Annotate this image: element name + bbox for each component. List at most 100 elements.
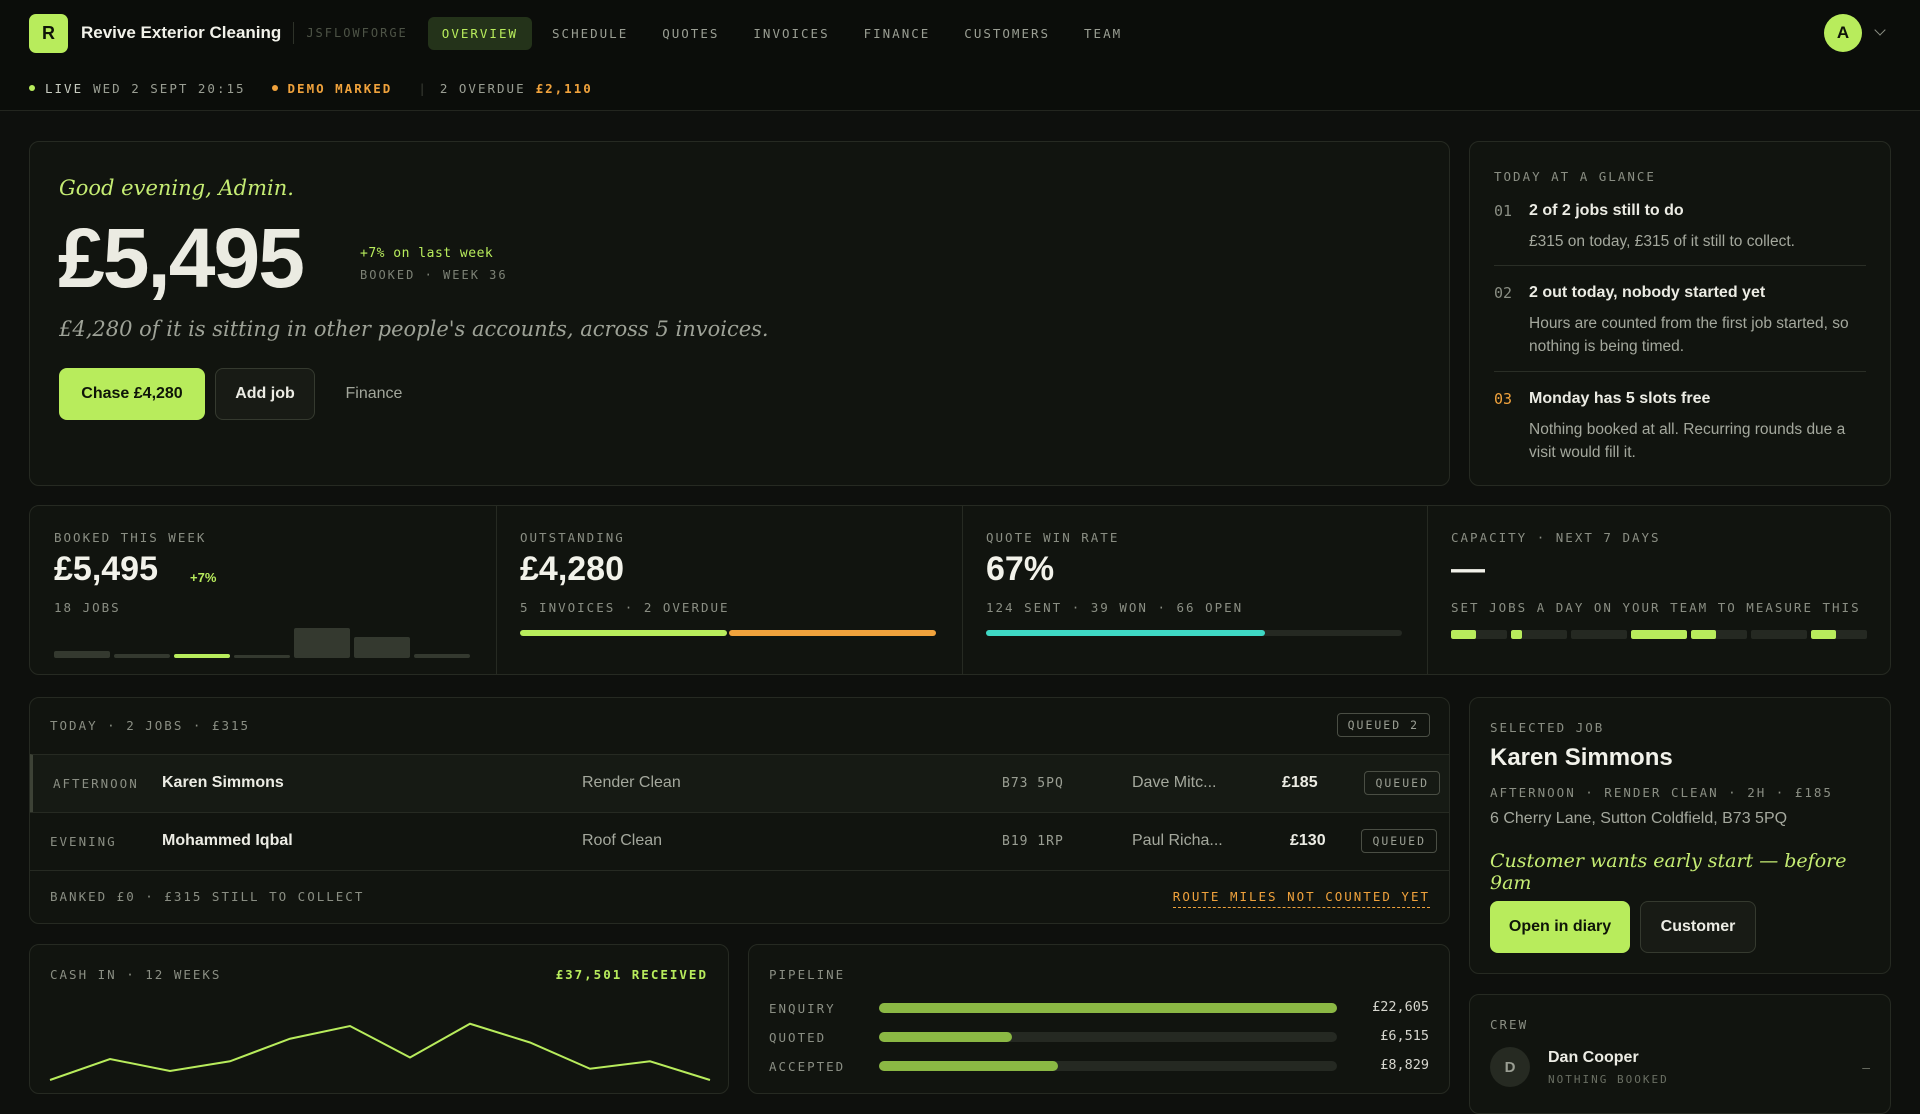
week-delta: +7% on last week bbox=[360, 246, 494, 261]
capacity-day-fill bbox=[1631, 630, 1687, 639]
glance-num: 03 bbox=[1494, 390, 1513, 408]
job-customer: Mohammed Iqbal bbox=[162, 832, 293, 849]
weekly-bar bbox=[414, 653, 470, 658]
pipeline-stage: ACCEPTED bbox=[769, 1059, 846, 1074]
glance-item[interactable]: 02 2 out today, nobody started yet Hours… bbox=[1494, 284, 1866, 355]
job-postcode: B73 5PQ bbox=[1002, 776, 1064, 791]
kpi-booked[interactable]: BOOKED THIS WEEK £5,495 +7% 18 JOBS bbox=[30, 506, 496, 674]
demo-label: DEMO MARKED bbox=[287, 80, 393, 96]
kpi-delta: +7% bbox=[190, 570, 217, 585]
selected-job-meta: AFTERNOON · RENDER CLEAN · 2H · £185 bbox=[1490, 785, 1833, 800]
live-label: LIVE bbox=[45, 80, 84, 96]
capacity-day bbox=[1631, 630, 1687, 639]
table-row[interactable]: AFTERNOON Karen Simmons Render Clean B73… bbox=[30, 754, 1449, 812]
glance-item-title: 2 out today, nobody started yet bbox=[1529, 284, 1766, 301]
tab-invoices[interactable]: INVOICES bbox=[739, 17, 843, 50]
kpi-label: OUTSTANDING bbox=[520, 530, 625, 545]
kpi-value: £5,495 bbox=[54, 550, 158, 588]
chase-button[interactable]: Chase £4,280 bbox=[59, 368, 205, 420]
kpi-capacity[interactable]: CAPACITY · NEXT 7 DAYS — SET JOBS A DAY … bbox=[1427, 506, 1890, 674]
selected-job-label: SELECTED JOB bbox=[1490, 720, 1605, 735]
kpi-outstanding[interactable]: OUTSTANDING £4,280 5 INVOICES · 2 OVERDU… bbox=[496, 506, 962, 674]
week-label: BOOKED · WEEK 36 bbox=[360, 268, 508, 282]
pipeline-value: £22,605 bbox=[1372, 999, 1429, 1015]
glance-item-desc: Hours are counted from the first job sta… bbox=[1529, 315, 1849, 355]
glance-card: TODAY AT A GLANCE 01 2 of 2 jobs still t… bbox=[1469, 141, 1891, 486]
tab-schedule[interactable]: SCHEDULE bbox=[538, 17, 642, 50]
cash-line bbox=[49, 1022, 711, 1081]
kpi-strip: BOOKED THIS WEEK £5,495 +7% 18 JOBS OUTS… bbox=[29, 505, 1891, 675]
today-card: TODAY · 2 JOBS · £315 QUEUED 2 AFTERNOON… bbox=[29, 697, 1450, 924]
glance-item-desc: Nothing booked at all. Recurring rounds … bbox=[1529, 421, 1846, 461]
collect-summary: BANKED £0 · £315 STILL TO COLLECT bbox=[50, 889, 365, 904]
org-name: JSFLOWFORGE bbox=[306, 26, 408, 40]
capacity-day bbox=[1811, 630, 1867, 639]
job-amount: £130 bbox=[1290, 832, 1326, 849]
capacity-day-fill bbox=[1811, 630, 1837, 639]
pipeline-value: £6,515 bbox=[1380, 1028, 1429, 1044]
crew-label: CREW bbox=[1490, 1017, 1529, 1032]
tab-overview[interactable]: OVERVIEW bbox=[427, 16, 533, 50]
capacity-day-fill bbox=[1451, 630, 1477, 639]
kpi-value: — bbox=[1451, 550, 1485, 588]
top-nav: R Revive Exterior Cleaning JSFLOWFORGE O… bbox=[0, 0, 1920, 66]
glance-item-desc: £315 on today, £315 of it still to colle… bbox=[1529, 233, 1795, 250]
capacity-day-fill bbox=[1511, 630, 1523, 639]
queued-count-badge[interactable]: QUEUED 2 bbox=[1336, 713, 1430, 737]
job-amount: £185 bbox=[1282, 774, 1318, 791]
glance-item-title: Monday has 5 slots free bbox=[1529, 390, 1711, 407]
status-badge: QUEUED bbox=[1364, 771, 1440, 795]
live-dot-icon bbox=[29, 85, 35, 91]
selected-job-card: SELECTED JOB Karen Simmons AFTERNOON · R… bbox=[1469, 697, 1891, 974]
kpi-value: £4,280 bbox=[520, 550, 624, 588]
cash-in-card: CASH IN · 12 WEEKS £37,501 RECEIVED bbox=[29, 944, 729, 1094]
brand-logo[interactable]: R bbox=[29, 13, 68, 53]
tab-quotes[interactable]: QUOTES bbox=[648, 17, 733, 50]
crew-member-name[interactable]: Dan Cooper bbox=[1548, 1049, 1639, 1067]
weekly-bar bbox=[114, 654, 170, 658]
outstanding-split-bar bbox=[520, 630, 936, 636]
status-datetime: WED 2 SEPT 20:15 bbox=[93, 80, 246, 96]
glance-item-title: 2 of 2 jobs still to do bbox=[1529, 202, 1684, 219]
pipeline-stage: QUOTED bbox=[769, 1030, 827, 1045]
pipeline-fill bbox=[879, 1061, 1058, 1071]
glance-num: 02 bbox=[1494, 284, 1513, 302]
pipeline-track bbox=[879, 1032, 1337, 1042]
crew-card: CREW D Dan Cooper NOTHING BOOKED – bbox=[1469, 994, 1891, 1114]
capacity-day bbox=[1751, 630, 1807, 639]
tab-team[interactable]: TEAM bbox=[1070, 17, 1136, 50]
kpi-sub: 124 SENT · 39 WON · 66 OPEN bbox=[986, 600, 1244, 615]
customer-button[interactable]: Customer bbox=[1640, 901, 1756, 953]
capacity-days bbox=[1451, 630, 1867, 639]
job-service: Render Clean bbox=[582, 774, 681, 791]
glance-item[interactable]: 01 2 of 2 jobs still to do £315 on today… bbox=[1494, 202, 1866, 262]
finance-link[interactable]: Finance bbox=[330, 368, 418, 420]
table-row[interactable]: EVENING Mohammed Iqbal Roof Clean B19 1R… bbox=[30, 812, 1449, 870]
job-customer: Karen Simmons bbox=[162, 774, 284, 791]
overdue-label: 2 OVERDUE bbox=[439, 80, 526, 96]
winrate-track bbox=[986, 630, 1402, 636]
brand-name[interactable]: Revive Exterior Cleaning bbox=[81, 23, 281, 43]
add-job-button[interactable]: Add job bbox=[215, 368, 315, 420]
capacity-day-fill bbox=[1691, 630, 1717, 639]
kpi-winrate[interactable]: QUOTE WIN RATE 67% 124 SENT · 39 WON · 6… bbox=[962, 506, 1427, 674]
capacity-day bbox=[1691, 630, 1747, 639]
glance-item[interactable]: 03 Monday has 5 slots free Nothing booke… bbox=[1494, 390, 1866, 461]
overdue-amount[interactable]: £2,110 bbox=[536, 81, 593, 96]
capacity-day bbox=[1451, 630, 1507, 639]
weekly-bar bbox=[174, 654, 230, 658]
current-segment bbox=[520, 630, 727, 636]
open-in-diary-button[interactable]: Open in diary bbox=[1490, 901, 1630, 953]
route-miles-link[interactable]: ROUTE MILES NOT COUNTED YET bbox=[1172, 889, 1430, 908]
capacity-day bbox=[1511, 630, 1567, 639]
tab-customers[interactable]: CUSTOMERS bbox=[950, 17, 1064, 50]
user-avatar[interactable]: A bbox=[1824, 14, 1862, 52]
crew-member-trail: – bbox=[1862, 1059, 1870, 1075]
tab-finance[interactable]: FINANCE bbox=[850, 17, 945, 50]
job-crew: Paul Richa... bbox=[1132, 832, 1223, 849]
cash-in-sparkline bbox=[49, 1022, 711, 1081]
selected-job-name: Karen Simmons bbox=[1490, 744, 1673, 771]
winrate-fill bbox=[986, 630, 1265, 636]
chevron-down-icon[interactable] bbox=[1874, 24, 1886, 36]
pipeline-track bbox=[879, 1003, 1337, 1013]
